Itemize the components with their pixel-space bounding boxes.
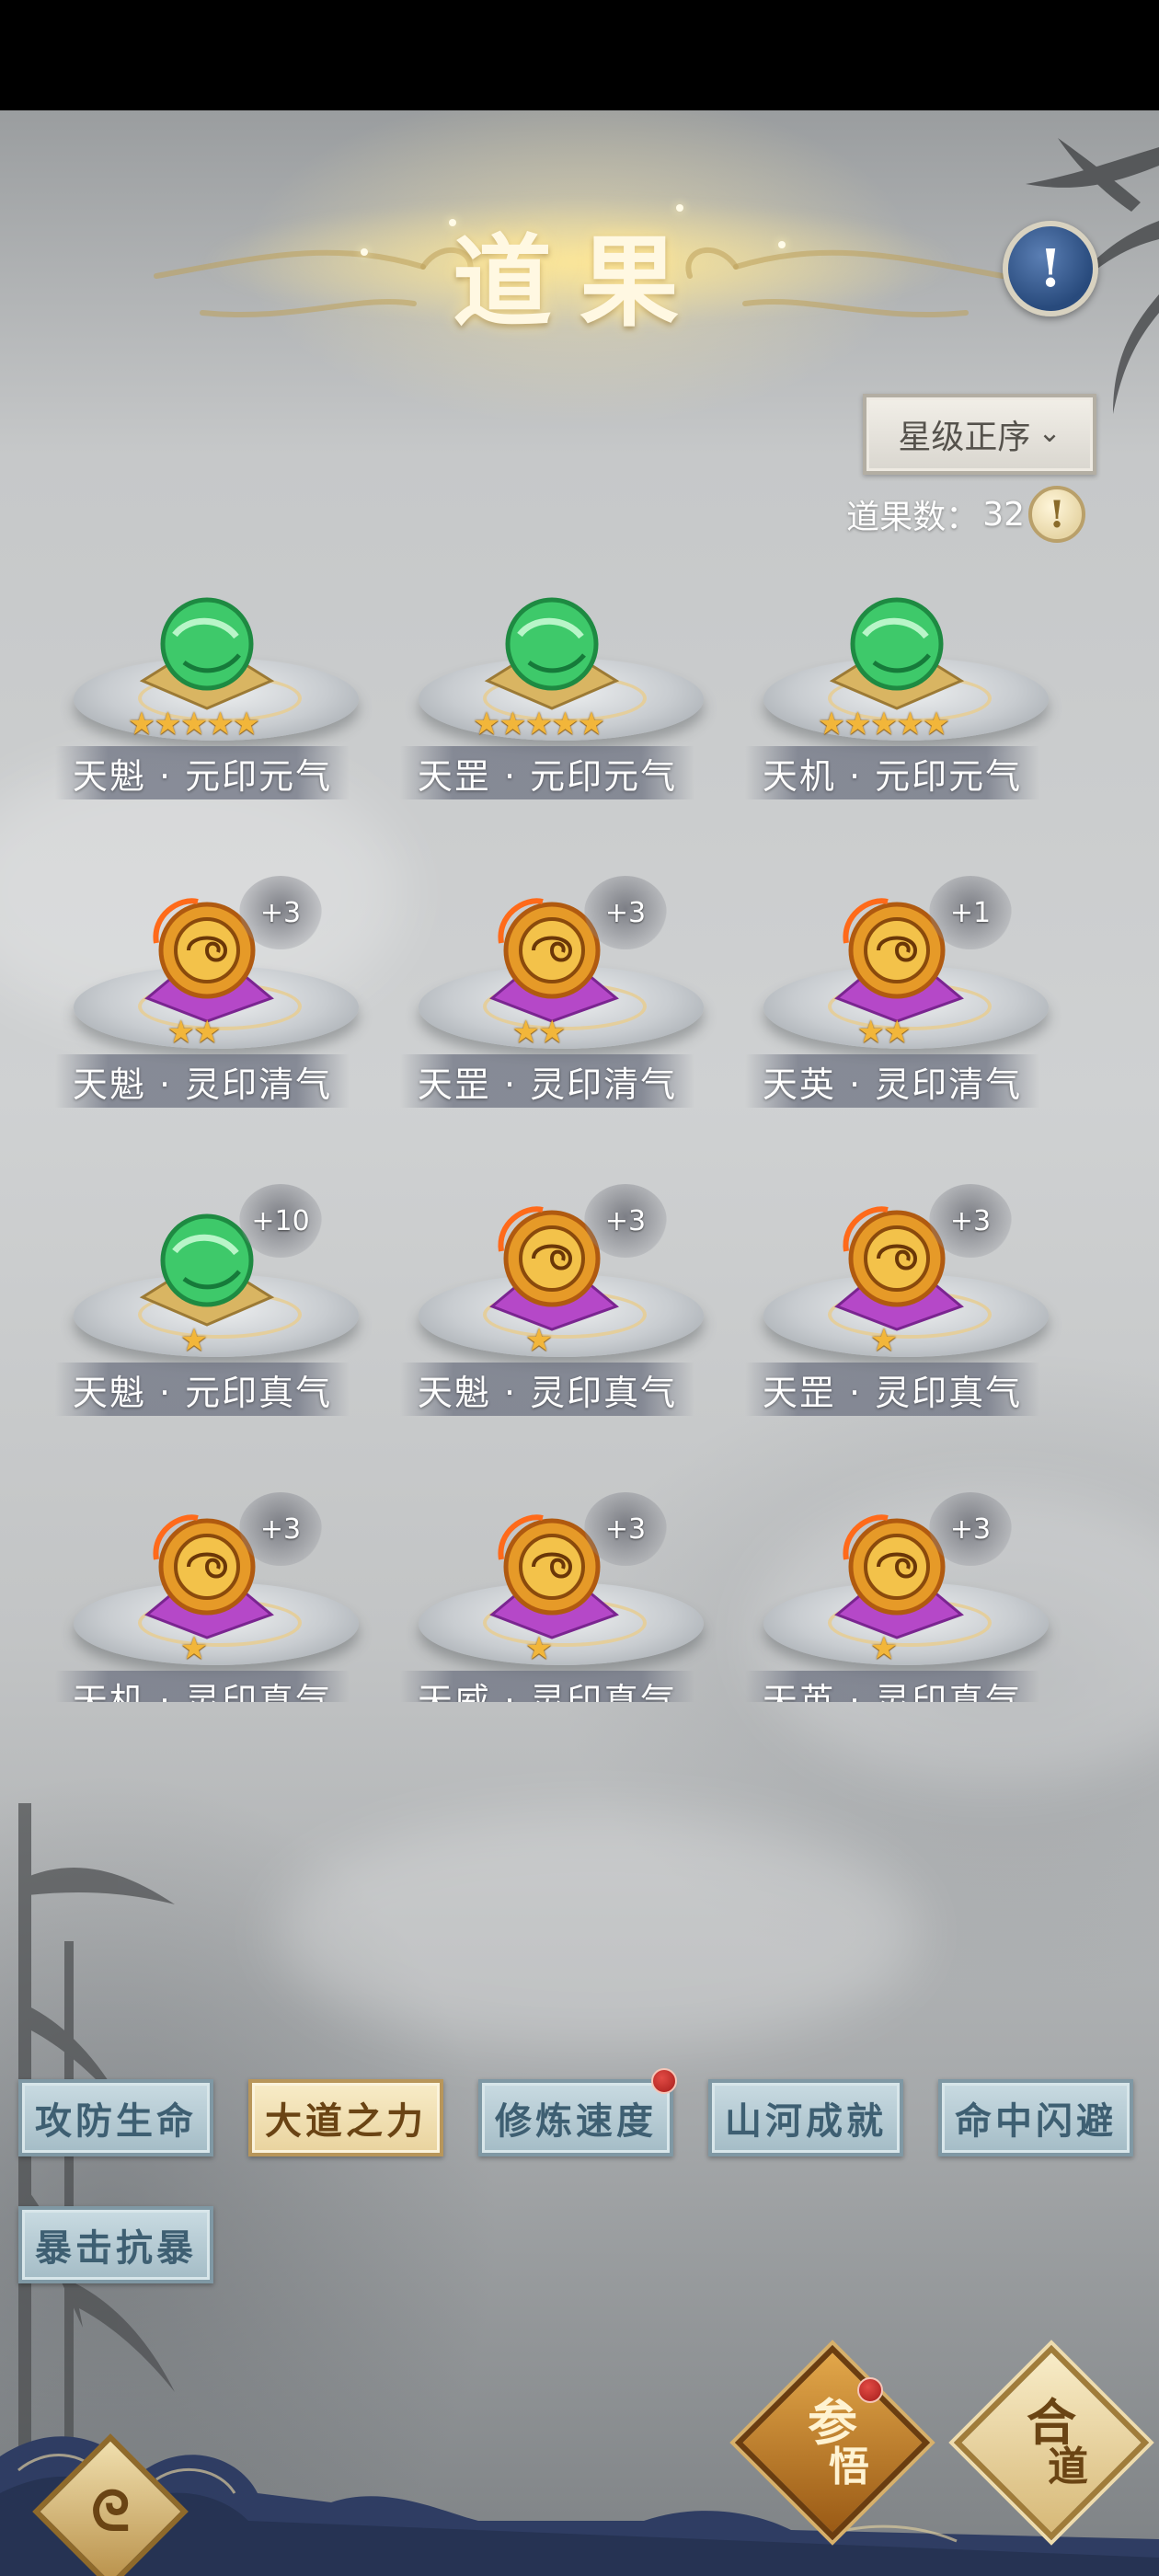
tab-category[interactable]: 暴击抗暴 [18, 2206, 213, 2283]
dao-fruit-screen: 道果 ! 星级正序 ⌄ 道果数： 32 ! ★★★★★ 天魁 · 元印元气 ★★★★… [0, 110, 1159, 2576]
merge-dao-label-top: 合 [1027, 2393, 1076, 2452]
tab-label: 命中闪避 [955, 2099, 1117, 2143]
star-rating: ★★★★★ [127, 706, 260, 742]
green-orb-gem-icon [139, 597, 275, 710]
fruit-name-bar: 天英 · 灵印真气 [745, 1671, 1039, 1702]
tab-label: 大道之力 [265, 2099, 427, 2143]
fruit-name: 天威 · 灵印真气 [417, 1680, 678, 1703]
page-title: 道果 [452, 224, 706, 340]
enhance-level-badge: +3 [584, 1492, 667, 1566]
fruit-card[interactable]: +3 ★★ 天魁 · 灵印清气 [46, 791, 359, 1108]
enhance-level-badge: +3 [584, 1184, 667, 1258]
enhance-level-badge: +3 [929, 1492, 1012, 1566]
enhance-level-badge: +3 [239, 1492, 322, 1566]
merge-dao-label-bottom: 道 [1048, 2444, 1088, 2490]
star-rating: ★ [179, 1322, 208, 1359]
tab-category[interactable]: 山河成就 [708, 2079, 903, 2156]
tab-label: 暴击抗暴 [35, 2226, 197, 2270]
sort-order-label: 星级正序 [898, 419, 1031, 456]
star-rating: ★★ [511, 1014, 567, 1051]
tab-label: 攻防生命 [35, 2099, 197, 2143]
fruit-name-bar: 天威 · 灵印真气 [400, 1671, 694, 1702]
fruit-card[interactable]: +10 ★ 天魁 · 元印真气 [46, 1099, 359, 1416]
star-rating: ★ [179, 1630, 208, 1667]
fruit-count-label: 道果数： [846, 499, 980, 536]
fruit-card[interactable]: +3 ★ 天威 · 灵印真气 [391, 1408, 704, 1702]
star-rating: ★ [524, 1322, 553, 1359]
fruit-name-bar: 天机 · 灵印真气 [55, 1671, 350, 1702]
star-rating: ★ [869, 1322, 898, 1359]
tab-category[interactable]: 攻防生命 [18, 2079, 213, 2156]
status-bar [0, 0, 1159, 110]
tab-notice-dot [651, 2068, 677, 2094]
enhance-level-badge: +3 [584, 876, 667, 949]
star-rating: ★ [524, 1630, 553, 1667]
tab-label: 山河成就 [725, 2099, 887, 2143]
green-orb-gem-icon [484, 597, 620, 710]
swirl-back-icon: ᘓ [90, 2479, 131, 2544]
fruit-name: 天英 · 灵印真气 [762, 1680, 1023, 1703]
mist [276, 1812, 920, 2052]
fruit-card[interactable]: +3 ★★ 天罡 · 灵印清气 [391, 791, 704, 1108]
star-rating: ★★ [856, 1014, 912, 1051]
green-orb-gem-icon [829, 597, 965, 710]
star-rating: ★★ [166, 1014, 222, 1051]
tab-label: 修炼速度 [495, 2099, 657, 2143]
comprehend-label-top: 参 [808, 2393, 857, 2452]
fruit-card[interactable]: +3 ★ 天机 · 灵印真气 [46, 1408, 359, 1702]
fruit-grid[interactable]: ★★★★★ 天魁 · 元印元气 ★★★★★ 天罡 · 元印元气 ★★★★★ 天机 · 元印… [0, 589, 1159, 1702]
tab-category[interactable]: 命中闪避 [938, 2079, 1133, 2156]
star-rating: ★ [869, 1630, 898, 1667]
fruit-count: 道果数： 32 ! [809, 482, 1085, 546]
tab-category[interactable]: 大道之力 [248, 2079, 443, 2156]
enhance-level-badge: +10 [239, 1184, 322, 1258]
info-button[interactable]: ! [1003, 221, 1098, 316]
tab-category[interactable]: 修炼速度 [478, 2079, 673, 2156]
star-rating: ★★★★★ [472, 706, 605, 742]
fruit-card[interactable]: +1 ★★ 天英 · 灵印清气 [736, 791, 1049, 1108]
fruit-name: 天机 · 灵印真气 [72, 1680, 333, 1703]
comprehend-label-bottom: 悟 [829, 2444, 869, 2490]
enhance-level-badge: +3 [929, 1184, 1012, 1258]
fruit-card[interactable]: +3 ★ 天英 · 灵印真气 [736, 1408, 1049, 1702]
count-info-icon[interactable]: ! [1028, 486, 1085, 543]
fruit-card[interactable]: ★★★★★ 天机 · 元印元气 [736, 589, 1049, 799]
chevron-down-icon: ⌄ [1038, 416, 1061, 449]
enhance-level-badge: +1 [929, 876, 1012, 949]
sort-order-button[interactable]: 星级正序 ⌄ [863, 394, 1096, 475]
fruit-count-value: 32 [982, 495, 1025, 534]
fruit-card[interactable]: ★★★★★ 天魁 · 元印元气 [46, 589, 359, 799]
exclamation-icon: ! [1039, 238, 1062, 299]
enhance-level-badge: +3 [239, 876, 322, 949]
fruit-card[interactable]: ★★★★★ 天罡 · 元印元气 [391, 589, 704, 799]
fruit-card[interactable]: +3 ★ 天魁 · 灵印真气 [391, 1099, 704, 1416]
star-rating: ★★★★★ [817, 706, 950, 742]
comprehend-notice-dot [857, 2377, 883, 2403]
fruit-card[interactable]: +3 ★ 天罡 · 灵印真气 [736, 1099, 1049, 1416]
